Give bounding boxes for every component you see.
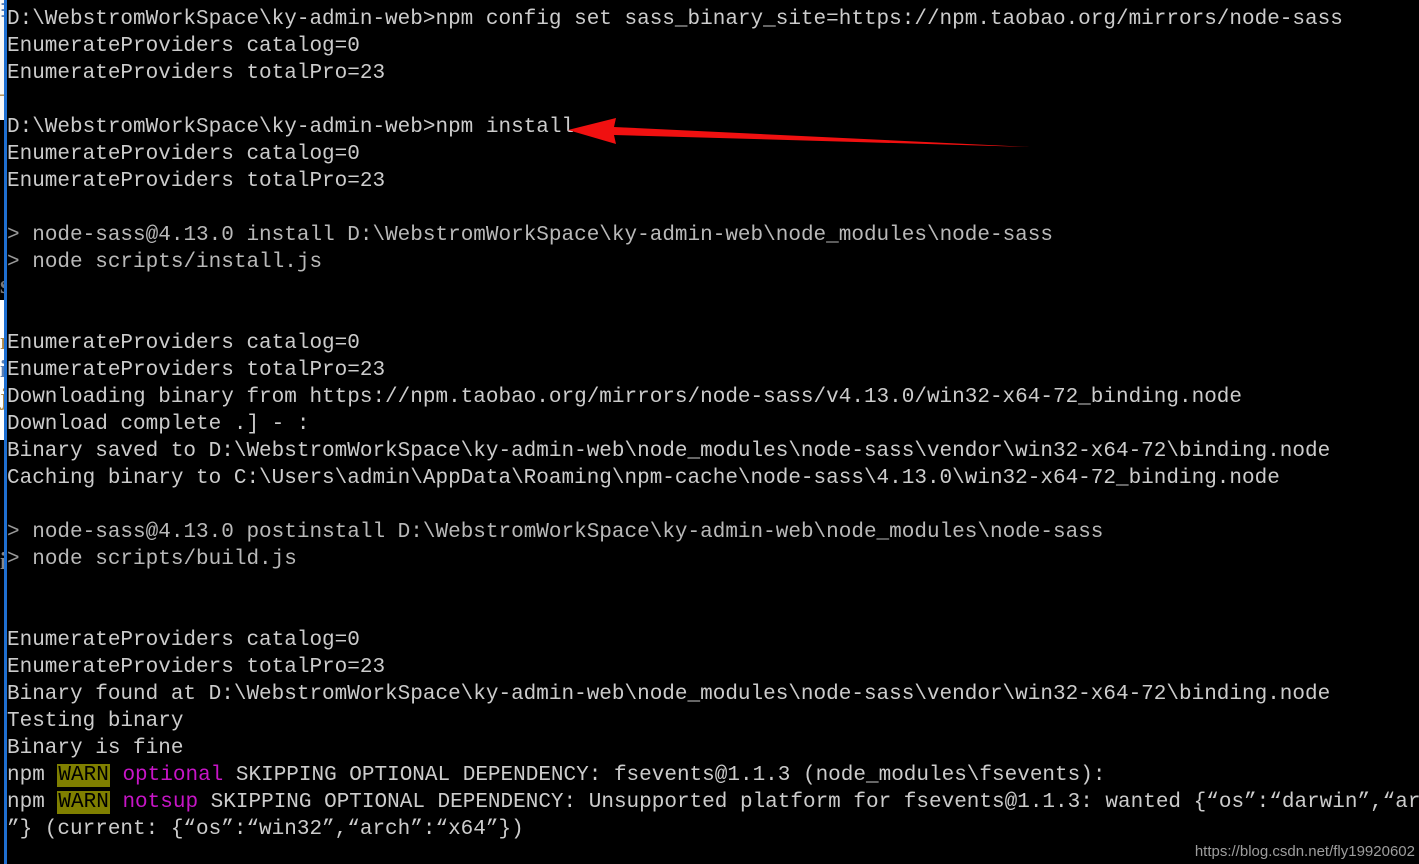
console-line: npm WARN notsup SKIPPING OPTIONAL DEPEND… <box>7 789 1419 816</box>
console-line: Binary is fine <box>7 735 1419 762</box>
command-prompt-window[interactable]: D:\WebstromWorkSpace\ky-admin-web>npm co… <box>7 0 1419 864</box>
console-text: WARN <box>57 791 110 814</box>
console-line: > node scripts/build.js <box>7 546 1419 573</box>
console-text: WARN <box>57 764 110 787</box>
console-line: Downloading binary from https://npm.taob… <box>7 384 1419 411</box>
console-text: node scripts/build.js <box>32 548 297 571</box>
console-line: Caching binary to C:\Users\admin\AppData… <box>7 465 1419 492</box>
console-output: D:\WebstromWorkSpace\ky-admin-web>npm co… <box>7 6 1419 864</box>
screenshot-root: ☰ ┐ s r i j i D:\WebstromWorkSpace\ky-ad… <box>0 0 1419 864</box>
console-text: Testing binary <box>7 710 184 733</box>
console-text: node scripts/install.js <box>32 251 323 274</box>
console-text: notsup <box>122 791 199 814</box>
console-text: Binary found at D:\WebstromWorkSpace\ky-… <box>7 683 1331 706</box>
console-line: D:\WebstromWorkSpace\ky-admin-web>npm co… <box>7 6 1419 33</box>
console-text: node-sass@4.13.0 postinstall D:\Webstrom… <box>32 521 1104 544</box>
console-text: Binary is fine <box>7 737 184 760</box>
console-text: EnumerateProviders catalog=0 <box>7 143 360 166</box>
console-text: SKIPPING OPTIONAL DEPENDENCY: Unsupporte… <box>198 791 1419 814</box>
console-text: EnumerateProviders totalPro=23 <box>7 359 386 382</box>
console-text: npm <box>7 764 58 787</box>
console-line: EnumerateProviders catalog=0 <box>7 330 1419 357</box>
console-text: node-sass@4.13.0 install D:\WebstromWork… <box>32 224 1053 247</box>
console-line: EnumerateProviders totalPro=23 <box>7 654 1419 681</box>
console-text: Downloading binary from https://npm.taob… <box>7 386 1243 409</box>
console-line: EnumerateProviders catalog=0 <box>7 33 1419 60</box>
console-text: optional <box>122 764 224 787</box>
console-text: Download complete .] - : <box>7 413 310 436</box>
console-text: > <box>7 251 33 274</box>
console-line: npm WARN optional SKIPPING OPTIONAL DEPE… <box>7 762 1419 789</box>
console-line: EnumerateProviders totalPro=23 <box>7 60 1419 87</box>
console-line: EnumerateProviders totalPro=23 <box>7 357 1419 384</box>
console-line: > node-sass@4.13.0 install D:\WebstromWo… <box>7 222 1419 249</box>
console-line: Download complete .] - : <box>7 411 1419 438</box>
console-text: EnumerateProviders catalog=0 <box>7 629 360 652</box>
console-line: EnumerateProviders catalog=0 <box>7 627 1419 654</box>
console-text: D:\WebstromWorkSpace\ky-admin-web>npm in… <box>7 116 575 139</box>
console-text: Binary saved to D:\WebstromWorkSpace\ky-… <box>7 440 1331 463</box>
console-window-border <box>4 0 7 864</box>
console-text: Caching binary to C:\Users\admin\AppData… <box>7 467 1280 490</box>
console-text: EnumerateProviders totalPro=23 <box>7 62 386 85</box>
console-text: > <box>7 548 33 571</box>
console-text: ”} (current: {“os”:“win32”,“arch”:“x64”}… <box>7 818 524 841</box>
console-line: Binary found at D:\WebstromWorkSpace\ky-… <box>7 681 1419 708</box>
console-line: > node scripts/install.js <box>7 249 1419 276</box>
console-line: EnumerateProviders catalog=0 <box>7 141 1419 168</box>
console-text: > <box>7 224 33 247</box>
console-line: EnumerateProviders totalPro=23 <box>7 168 1419 195</box>
console-text: EnumerateProviders catalog=0 <box>7 35 360 58</box>
console-text: EnumerateProviders catalog=0 <box>7 332 360 355</box>
console-text: EnumerateProviders totalPro=23 <box>7 170 386 193</box>
console-line: D:\WebstromWorkSpace\ky-admin-web>npm in… <box>7 114 1419 141</box>
console-text: D:\WebstromWorkSpace\ky-admin-web>npm co… <box>7 8 1343 31</box>
console-line: ”} (current: {“os”:“win32”,“arch”:“x64”}… <box>7 816 1419 843</box>
console-text: EnumerateProviders totalPro=23 <box>7 656 386 679</box>
csdn-watermark: https://blog.csdn.net/fly19920602 <box>1194 843 1415 860</box>
console-text: > <box>7 521 33 544</box>
console-text: npm <box>7 791 58 814</box>
console-text: SKIPPING OPTIONAL DEPENDENCY: fsevents@1… <box>223 764 1106 787</box>
console-line: Binary saved to D:\WebstromWorkSpace\ky-… <box>7 438 1419 465</box>
console-line: > node-sass@4.13.0 postinstall D:\Webstr… <box>7 519 1419 546</box>
console-line: Testing binary <box>7 708 1419 735</box>
